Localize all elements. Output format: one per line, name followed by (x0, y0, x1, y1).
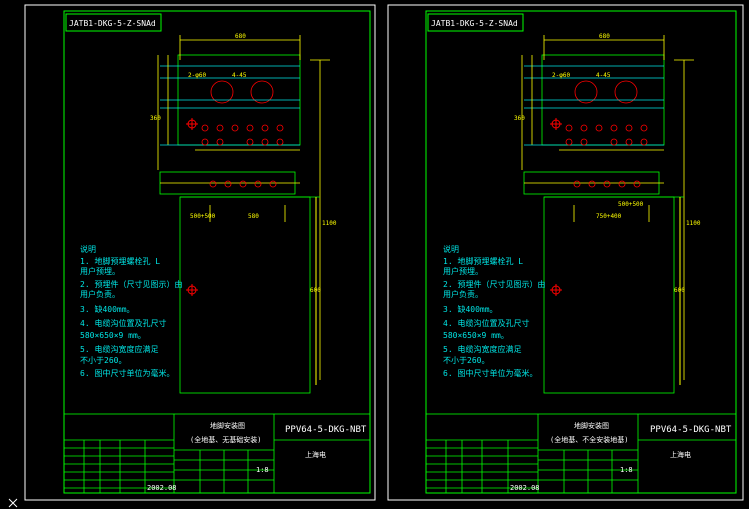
title-line-1: 地脚安装图 (574, 421, 609, 430)
svg-text:6. 图中尺寸单位为毫米。: 6. 图中尺寸单位为毫米。 (443, 368, 537, 378)
svg-text:不小于260。: 不小于260。 (443, 356, 489, 365)
dim-side-h: 600 (674, 287, 685, 294)
top-plan-view (521, 35, 694, 380)
scale-value: 1:8 (256, 466, 269, 474)
reference-marker (186, 118, 198, 130)
title-line-2: (全地基、无基础安装) (190, 435, 261, 444)
date-value: 2002.08 (147, 484, 177, 492)
notes-block: 说明 1. 地脚预埋螺栓孔 L 用户预埋。 2. 预埋件（尺寸见图示）由 用户负… (443, 244, 545, 378)
svg-text:3. 缺400mm。: 3. 缺400mm。 (443, 304, 498, 314)
stamp-text: JATB1-DKG-5-Z-SNAd (431, 19, 518, 28)
svg-text:580×650×9 mm。: 580×650×9 mm。 (443, 331, 509, 340)
svg-text:1. 地脚预埋螺栓孔 L: 1. 地脚预埋螺栓孔 L (443, 256, 523, 266)
top-plan-view (157, 35, 330, 380)
svg-text:2. 预埋件（尺寸见图示）由: 2. 预埋件（尺寸见图示）由 (443, 279, 545, 289)
svg-text:1. 地脚预埋螺栓孔 L: 1. 地脚预埋螺栓孔 L (80, 256, 160, 266)
title-line-2: (全地基、不全安装地基) (550, 435, 628, 444)
bolt-holes-row (201, 124, 284, 146)
svg-text:说明: 说明 (443, 244, 459, 254)
dim-circ: 2-φ60 (552, 72, 570, 79)
drawing-number: PPV64-5-DKG-NBT (285, 425, 367, 435)
svg-text:不小于260。: 不小于260。 (80, 356, 126, 365)
stamp-text: JATB1-DKG-5-Z-SNAd (69, 19, 156, 28)
svg-text:用户负责。: 用户负责。 (80, 289, 120, 299)
dim-left-h: 360 (150, 115, 161, 122)
dim-hole-pitch: 4-45 (596, 72, 611, 79)
reference-marker-2 (550, 284, 562, 296)
drawing-number: PPV64-5-DKG-NBT (650, 425, 732, 435)
cad-drawing-canvas[interactable]: JATB1-DKG-5-Z-SNAd 680 4-45 2-φ60 360 58… (0, 0, 749, 509)
svg-text:2. 预埋件（尺寸见图示）由: 2. 预埋件（尺寸见图示）由 (80, 279, 182, 289)
svg-text:6. 图中尺寸单位为毫米。: 6. 图中尺寸单位为毫米。 (80, 368, 174, 378)
drawing-frame (425, 10, 737, 494)
drawing-frame (63, 10, 371, 494)
svg-text:3. 缺400mm。: 3. 缺400mm。 (80, 304, 135, 314)
dim-right-h: 1100 (686, 220, 701, 227)
reference-marker (550, 118, 562, 130)
svg-text:5. 电缆沟宽度应满足: 5. 电缆沟宽度应满足 (80, 344, 158, 354)
mid-holes (573, 180, 641, 188)
date-value: 2002.08 (510, 484, 540, 492)
sheet-1[interactable]: JATB1-DKG-5-Z-SNAd 680 4-45 2-φ60 360 58… (24, 4, 376, 501)
svg-text:用户预埋。: 用户预埋。 (80, 266, 120, 276)
title-line-1: 地脚安装图 (210, 421, 245, 430)
bolt-holes-row (565, 124, 648, 146)
dim-top: 680 (599, 33, 610, 40)
scale-value: 1:8 (620, 466, 633, 474)
crosshair-cursor-icon (8, 498, 18, 508)
dim-bottom-w: 750+400 (596, 213, 622, 220)
reference-marker-2 (186, 284, 198, 296)
svg-text:4. 电缆沟位置及孔尺寸: 4. 电缆沟位置及孔尺寸 (80, 318, 166, 328)
dim-bottom-w2: 500+500 (190, 213, 216, 220)
svg-text:用户负责。: 用户负责。 (443, 289, 483, 299)
mid-holes (209, 180, 277, 188)
svg-text:4. 电缆沟位置及孔尺寸: 4. 电缆沟位置及孔尺寸 (443, 318, 529, 328)
dim-hole-pitch: 4-45 (232, 72, 247, 79)
dim-bottom-w: 580 (248, 213, 259, 220)
notes-block: 说明 1. 地脚预埋螺栓孔 L 用户预埋。 2. 预埋件（尺寸见图示）由 用户负… (80, 244, 182, 378)
dim-top: 680 (235, 33, 246, 40)
company-name: 上海电 (305, 450, 326, 459)
svg-text:用户预埋。: 用户预埋。 (443, 266, 483, 276)
cabinet-outline (543, 196, 675, 394)
dim-right-h: 1100 (322, 220, 337, 227)
svg-text:580×650×9 mm。: 580×650×9 mm。 (80, 331, 146, 340)
dim-side-h: 600 (310, 287, 321, 294)
svg-text:5. 电缆沟宽度应满足: 5. 电缆沟宽度应满足 (443, 344, 521, 354)
sheet-2[interactable]: JATB1-DKG-5-Z-SNAd 680 4-45 2-φ60 360 75… (387, 4, 744, 501)
dim-circ: 2-φ60 (188, 72, 206, 79)
company-name: 上海电 (670, 450, 691, 459)
cabinet-outline (179, 196, 311, 394)
svg-text:说明: 说明 (80, 244, 96, 254)
dim-left-h: 360 (514, 115, 525, 122)
dim-bottom-w2: 500+500 (618, 201, 644, 208)
